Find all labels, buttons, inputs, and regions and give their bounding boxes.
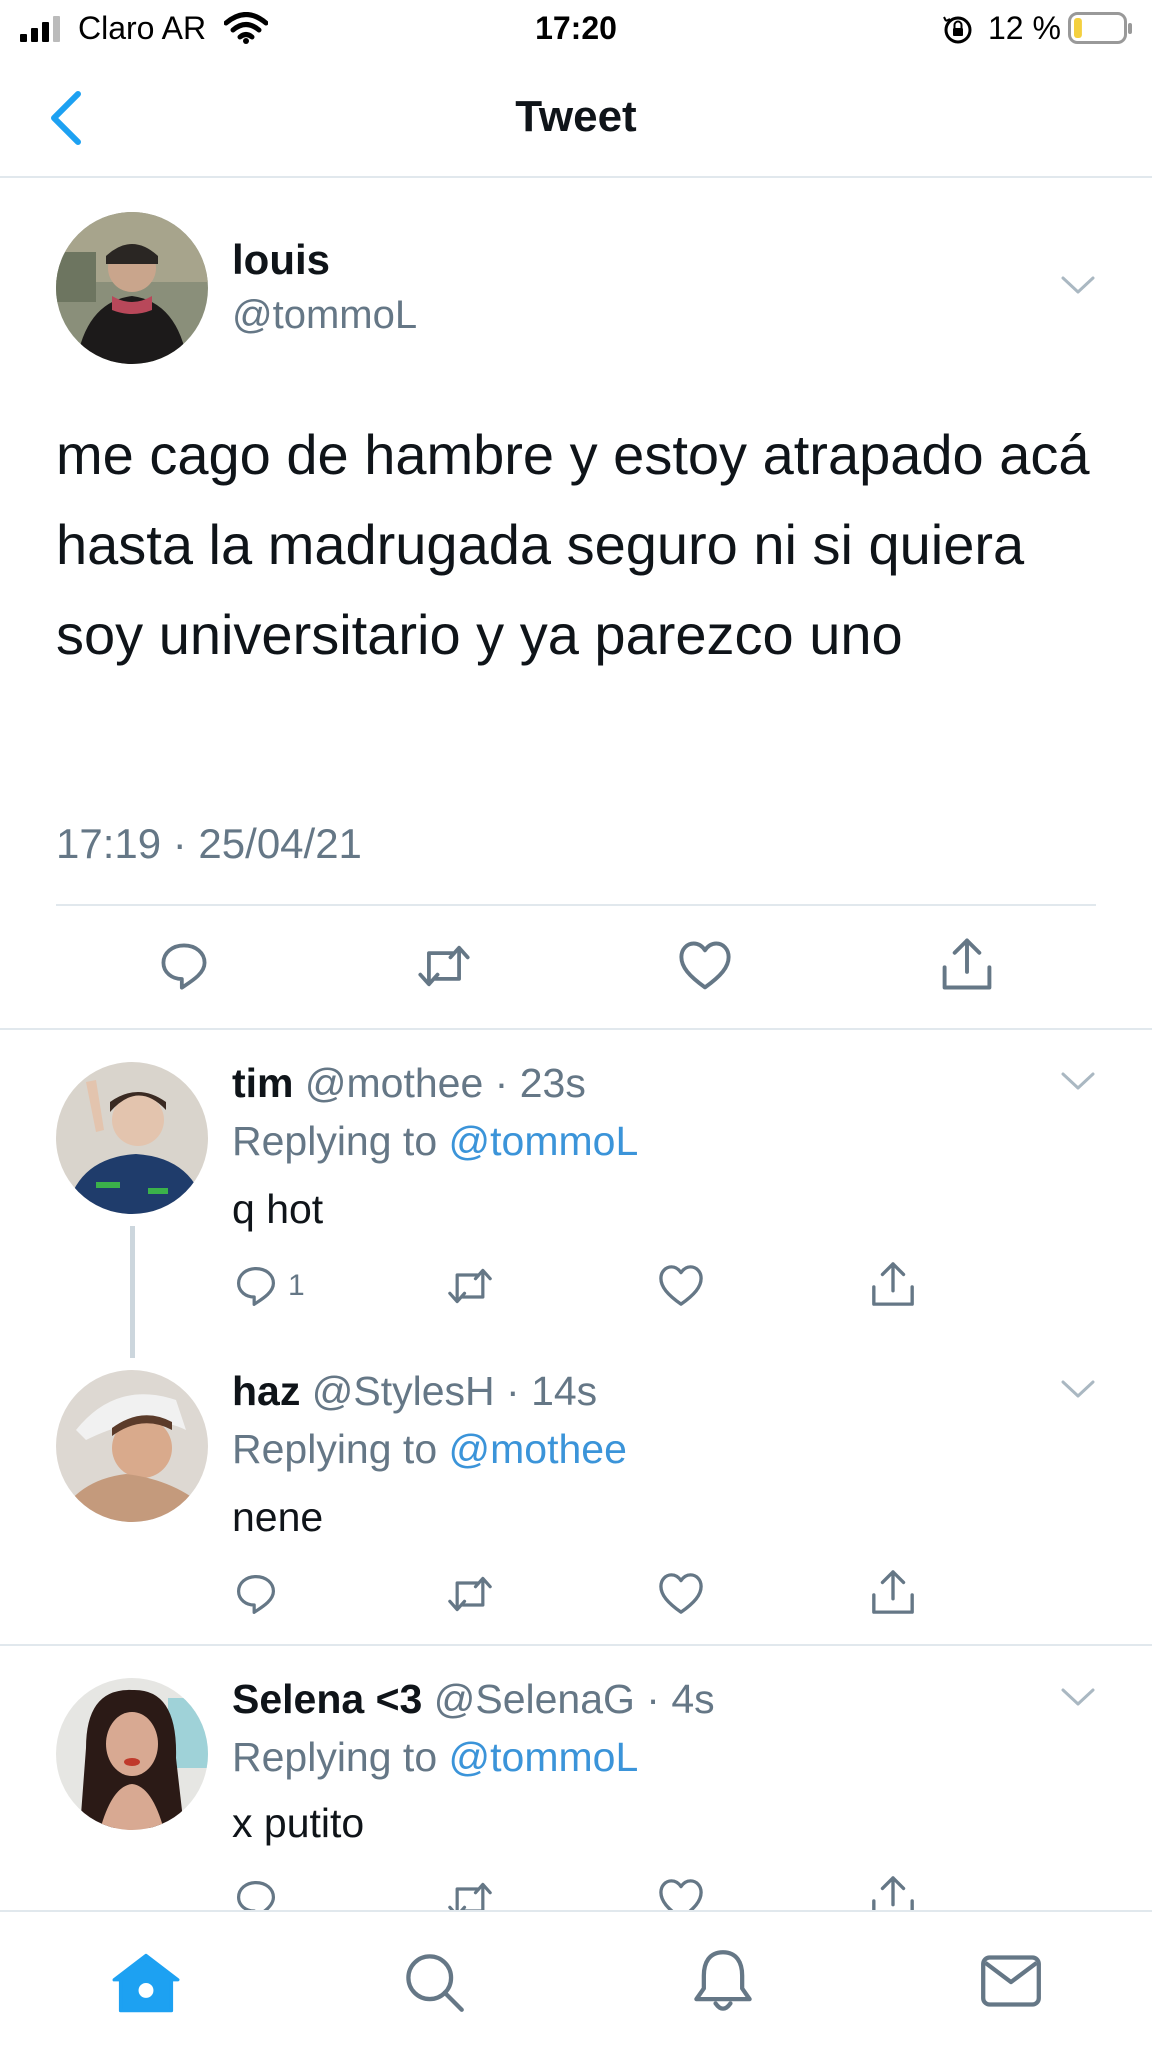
chevron-down-icon[interactable] — [1060, 1686, 1096, 1708]
chevron-down-icon[interactable] — [1060, 274, 1096, 296]
share-button[interactable] — [870, 1260, 916, 1308]
chevron-down-icon[interactable] — [1060, 1070, 1096, 1092]
avatar-reply-haz[interactable] — [56, 1370, 208, 1522]
like-icon — [659, 1265, 703, 1306]
tweet-text: me cago de hambre y estoy atrapado acá h… — [56, 423, 1090, 666]
reply-text: nene — [232, 1494, 324, 1540]
reply-button[interactable]: 1 — [234, 1264, 305, 1308]
reply-icon — [236, 1266, 276, 1306]
replying-to-mention[interactable]: @mothee — [449, 1426, 627, 1472]
tab-notifications[interactable] — [692, 1948, 754, 2014]
messages-icon — [981, 1955, 1041, 2007]
retweet-button[interactable] — [446, 1572, 494, 1616]
avatar-main-author[interactable] — [56, 212, 208, 364]
page-title: Tweet — [515, 92, 637, 141]
retweet-button[interactable] — [416, 940, 472, 992]
share-icon — [942, 938, 992, 990]
reply-author-name[interactable]: haz — [232, 1368, 300, 1414]
replying-to-mention[interactable]: @tommoL — [449, 1734, 639, 1780]
reply-author-line: tim @mothee · 23s — [232, 1060, 586, 1107]
share-button[interactable] — [870, 1568, 916, 1616]
reply-author-name[interactable]: tim — [232, 1060, 294, 1106]
bottom-tab-bar — [0, 1910, 1152, 2050]
notifications-icon — [694, 1950, 752, 2011]
reply-author-handle[interactable]: @StylesH · 14s — [312, 1368, 597, 1414]
author-handle[interactable]: @tommoL — [232, 293, 417, 338]
tweet-divider — [56, 904, 1096, 906]
retweet-icon — [448, 1576, 492, 1612]
avatar-reply-tim[interactable] — [56, 1062, 208, 1214]
replying-to-label: Replying to — [232, 1734, 449, 1780]
reply-text: q hot — [232, 1186, 324, 1232]
reply-text: x putito — [232, 1800, 365, 1846]
reply-divider — [0, 1644, 1152, 1646]
avatar-reply-selena[interactable] — [56, 1678, 208, 1830]
reply-author-name[interactable]: Selena <3 — [232, 1676, 422, 1722]
search-icon — [406, 1954, 464, 2012]
battery-icon — [1068, 12, 1132, 44]
like-button[interactable] — [658, 1264, 704, 1308]
tweet-timestamp: 17:19 · 25/04/21 — [56, 820, 362, 867]
replying-to: Replying to @tommoL — [232, 1118, 638, 1165]
reply-author-handle[interactable]: @mothee · 23s — [305, 1060, 586, 1106]
chevron-down-icon[interactable] — [1060, 1378, 1096, 1400]
retweet-icon — [448, 1268, 492, 1304]
replying-to-mention[interactable]: @tommoL — [449, 1118, 639, 1164]
replying-to: Replying to @tommoL — [232, 1734, 638, 1781]
replying-to-label: Replying to — [232, 1426, 449, 1472]
replying-to: Replying to @mothee — [232, 1426, 627, 1473]
reply-icon — [236, 1574, 276, 1614]
battery-percent: 12 % — [988, 10, 1061, 46]
thread-connector-line — [130, 1226, 135, 1358]
tab-home[interactable] — [112, 1952, 180, 2014]
replying-to-label: Replying to — [232, 1118, 449, 1164]
like-button[interactable] — [658, 1572, 704, 1616]
tab-messages[interactable] — [980, 1954, 1042, 2008]
author-name[interactable]: louis — [232, 236, 330, 284]
reply-author-line: haz @StylesH · 14s — [232, 1368, 597, 1415]
tab-search[interactable] — [402, 1950, 466, 2014]
share-icon — [872, 1570, 914, 1614]
reply-button[interactable] — [234, 1572, 278, 1616]
replies-divider — [0, 1028, 1152, 1030]
status-bar: Claro AR 17:20 12 % — [0, 0, 1152, 60]
retweet-button[interactable] — [446, 1264, 494, 1308]
reply-button[interactable] — [158, 940, 210, 992]
orientation-lock-icon — [943, 16, 972, 44]
like-button[interactable] — [678, 940, 732, 992]
status-time: 17:20 — [535, 10, 617, 46]
reply-author-line: Selena <3 @SelenaG · 4s — [232, 1676, 715, 1723]
share-button[interactable] — [940, 936, 994, 992]
header-divider — [0, 176, 1152, 178]
home-icon — [112, 1953, 180, 2013]
like-icon — [659, 1573, 703, 1614]
retweet-icon — [418, 945, 470, 987]
like-icon — [679, 941, 731, 990]
share-icon — [872, 1262, 914, 1306]
reply-author-handle[interactable]: @SelenaG · 4s — [434, 1676, 715, 1722]
reply-count: 1 — [288, 1269, 305, 1302]
reply-icon — [161, 943, 207, 990]
